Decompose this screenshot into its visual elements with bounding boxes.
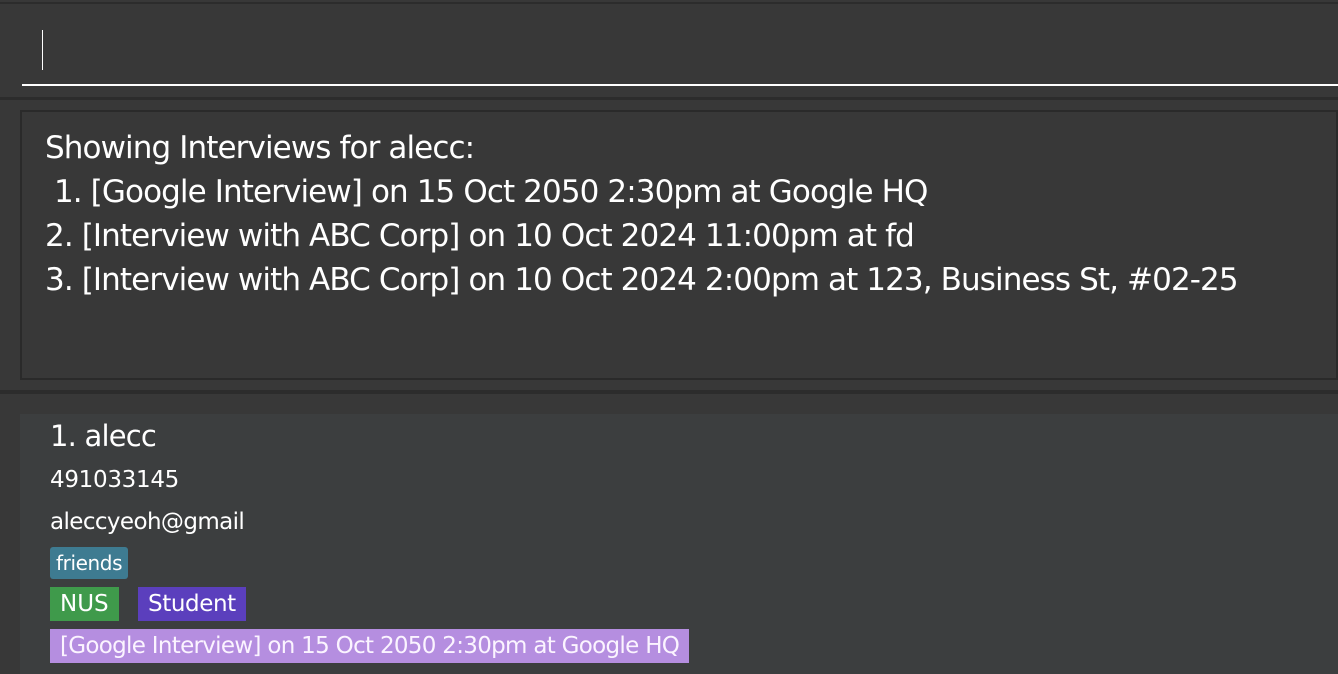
- app-window: Showing Interviews for alecc: 1. [Google…: [0, 0, 1338, 674]
- person-name: 1. alecc: [50, 419, 157, 453]
- tag-interview: [Google Interview] on 15 Oct 2050 2:30pm…: [50, 629, 690, 663]
- person-list[interactable]: 1. alecc 491033145 aleccyeoh@gmail frien…: [20, 414, 1338, 674]
- person-email: aleccyeoh@gmail: [50, 509, 245, 535]
- top-border: [0, 2, 1338, 4]
- result-line: Showing Interviews for alecc:: [45, 130, 475, 166]
- person-card[interactable]: 1. alecc 491033145 aleccyeoh@gmail frien…: [20, 414, 1338, 674]
- command-input-underline: [22, 84, 1338, 86]
- person-phone: 491033145: [50, 467, 179, 493]
- result-line: 3. [Interview with ABC Corp] on 10 Oct 2…: [45, 262, 1239, 298]
- command-box[interactable]: [22, 20, 1338, 84]
- tag-friends: friends: [50, 547, 129, 579]
- result-line: 1. [Google Interview] on 15 Oct 2050 2:3…: [45, 174, 928, 210]
- result-line: 2. [Interview with ABC Corp] on 10 Oct 2…: [45, 218, 915, 254]
- section-divider: [0, 97, 1338, 100]
- result-display: Showing Interviews for alecc: 1. [Google…: [20, 110, 1338, 380]
- tag-student: Student: [138, 587, 246, 621]
- tag-nus: NUS: [50, 587, 119, 621]
- section-divider: [0, 390, 1338, 394]
- text-caret: [42, 30, 43, 70]
- command-input[interactable]: [22, 20, 1338, 84]
